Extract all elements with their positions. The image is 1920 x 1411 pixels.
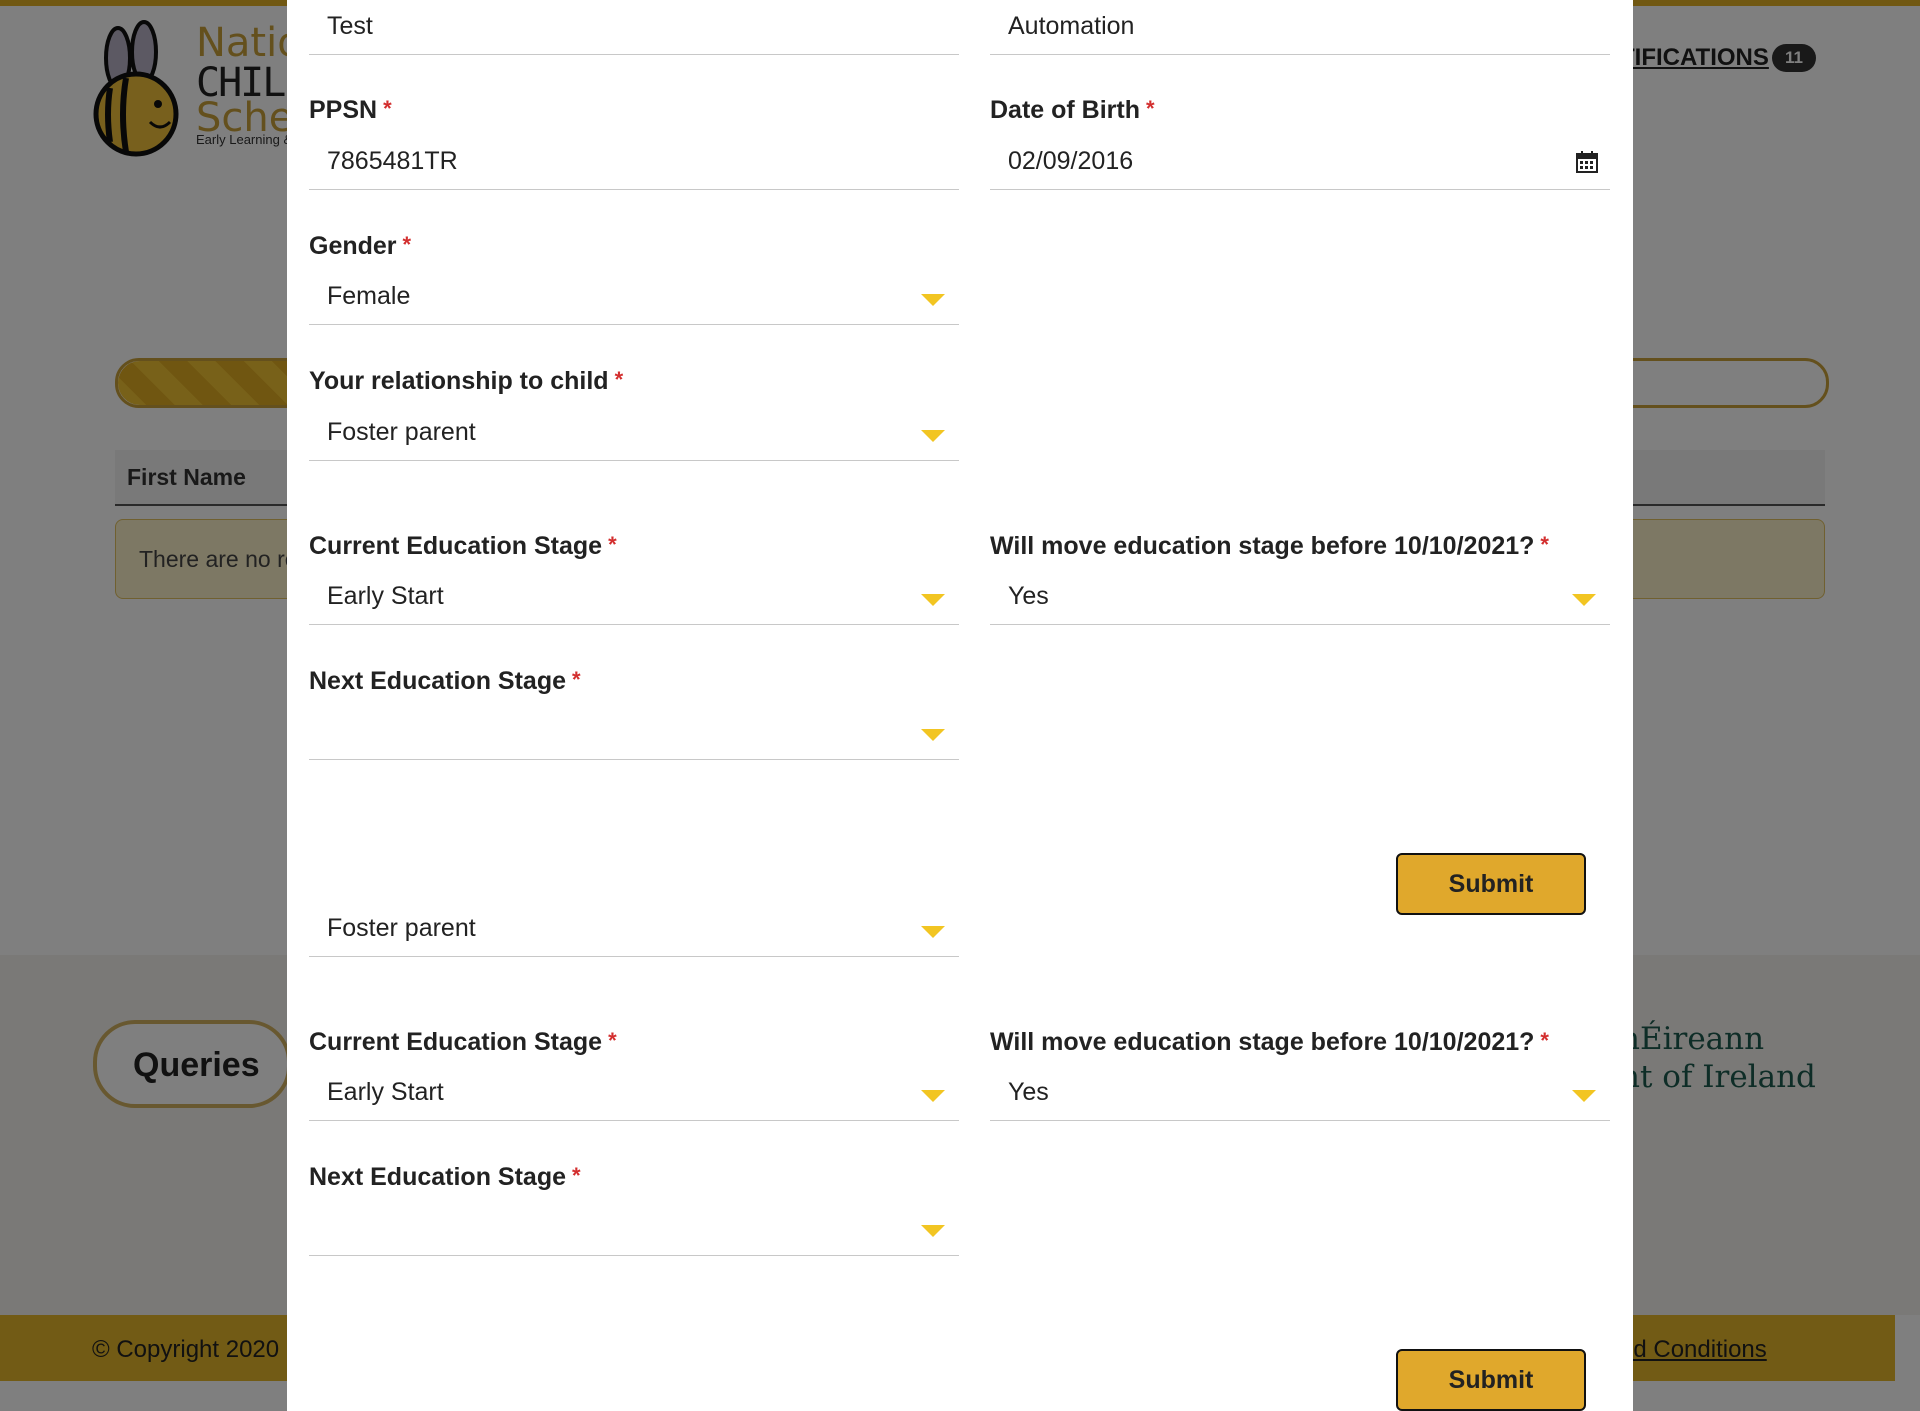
- ppsn-value: 7865481TR: [327, 147, 458, 175]
- relationship-select[interactable]: Foster parent: [309, 408, 959, 461]
- required-marker: *: [402, 232, 412, 257]
- first-name-input[interactable]: Test: [309, 2, 959, 55]
- current-stage-label: Current Education Stage *: [309, 532, 617, 561]
- required-marker: *: [1146, 96, 1155, 121]
- relationship-label: Your relationship to child *: [309, 367, 623, 396]
- last-name-value: Automation: [1008, 12, 1135, 40]
- required-marker: *: [1540, 532, 1549, 557]
- will-move-label-text-repeat: Will move education stage before 10/10/2…: [990, 1028, 1535, 1056]
- next-stage-label-text: Next Education Stage: [309, 667, 566, 695]
- current-stage-label-text-repeat: Current Education Stage: [309, 1028, 603, 1056]
- will-move-select-repeat[interactable]: Yes: [990, 1068, 1610, 1121]
- next-stage-label: Next Education Stage *: [309, 667, 581, 696]
- current-stage-select[interactable]: Early Start: [309, 572, 959, 625]
- gender-value: Female: [327, 282, 411, 310]
- current-stage-label-repeat: Current Education Stage *: [309, 1028, 617, 1057]
- submit-button-repeat[interactable]: Submit: [1396, 1349, 1586, 1411]
- gender-label-text: Gender: [309, 232, 397, 260]
- current-stage-value-repeat: Early Start: [327, 1078, 444, 1106]
- next-stage-select-repeat[interactable]: [309, 1203, 959, 1256]
- relationship-value-repeat: Foster parent: [327, 914, 476, 942]
- chevron-down-icon: [921, 926, 945, 938]
- next-stage-label-repeat: Next Education Stage *: [309, 1163, 581, 1192]
- ppsn-label: PPSN *: [309, 96, 392, 125]
- submit-button[interactable]: Submit: [1396, 853, 1586, 915]
- current-stage-value: Early Start: [327, 582, 444, 610]
- required-marker: *: [1540, 1028, 1549, 1053]
- add-child-modal: Test Automation PPSN * 7865481TR Date of …: [287, 0, 1633, 1411]
- current-stage-select-repeat[interactable]: Early Start: [309, 1068, 959, 1121]
- required-marker: *: [383, 96, 392, 121]
- will-move-label-text: Will move education stage before 10/10/2…: [990, 532, 1535, 560]
- will-move-value: Yes: [1008, 582, 1049, 610]
- chevron-down-icon: [921, 729, 945, 741]
- last-name-input[interactable]: Automation: [990, 2, 1610, 55]
- next-stage-select[interactable]: [309, 707, 959, 760]
- first-name-value: Test: [327, 12, 373, 40]
- required-marker: *: [572, 667, 581, 692]
- will-move-select[interactable]: Yes: [990, 572, 1610, 625]
- chevron-down-icon: [1572, 1090, 1596, 1102]
- chevron-down-icon: [921, 1090, 945, 1102]
- required-marker: *: [614, 367, 624, 392]
- chevron-down-icon: [921, 430, 945, 442]
- chevron-down-icon: [1572, 594, 1596, 606]
- required-marker: *: [608, 1028, 617, 1053]
- will-move-label-repeat: Will move education stage before 10/10/2…: [990, 1028, 1549, 1057]
- dob-value: 02/09/2016: [1008, 147, 1134, 175]
- ppsn-label-text: PPSN: [309, 96, 378, 124]
- required-marker: *: [572, 1163, 581, 1188]
- gender-select[interactable]: Female: [309, 272, 959, 325]
- relationship-label-text: Your relationship to child: [309, 367, 609, 395]
- will-move-label: Will move education stage before 10/10/2…: [990, 532, 1549, 561]
- dob-label-text: Date of Birth: [990, 96, 1140, 124]
- calendar-icon[interactable]: [1576, 151, 1598, 173]
- will-move-value-repeat: Yes: [1008, 1078, 1049, 1106]
- current-stage-label-text: Current Education Stage: [309, 532, 603, 560]
- dob-input[interactable]: 02/09/2016: [990, 137, 1610, 190]
- next-stage-label-text-repeat: Next Education Stage: [309, 1163, 566, 1191]
- relationship-select-repeat[interactable]: Foster parent: [309, 904, 959, 957]
- gender-label: Gender *: [309, 232, 411, 261]
- chevron-down-icon: [921, 294, 945, 306]
- relationship-value: Foster parent: [327, 418, 476, 446]
- ppsn-input[interactable]: 7865481TR: [309, 137, 959, 190]
- chevron-down-icon: [921, 1225, 945, 1237]
- required-marker: *: [608, 532, 617, 557]
- dob-label: Date of Birth *: [990, 96, 1155, 125]
- chevron-down-icon: [921, 594, 945, 606]
